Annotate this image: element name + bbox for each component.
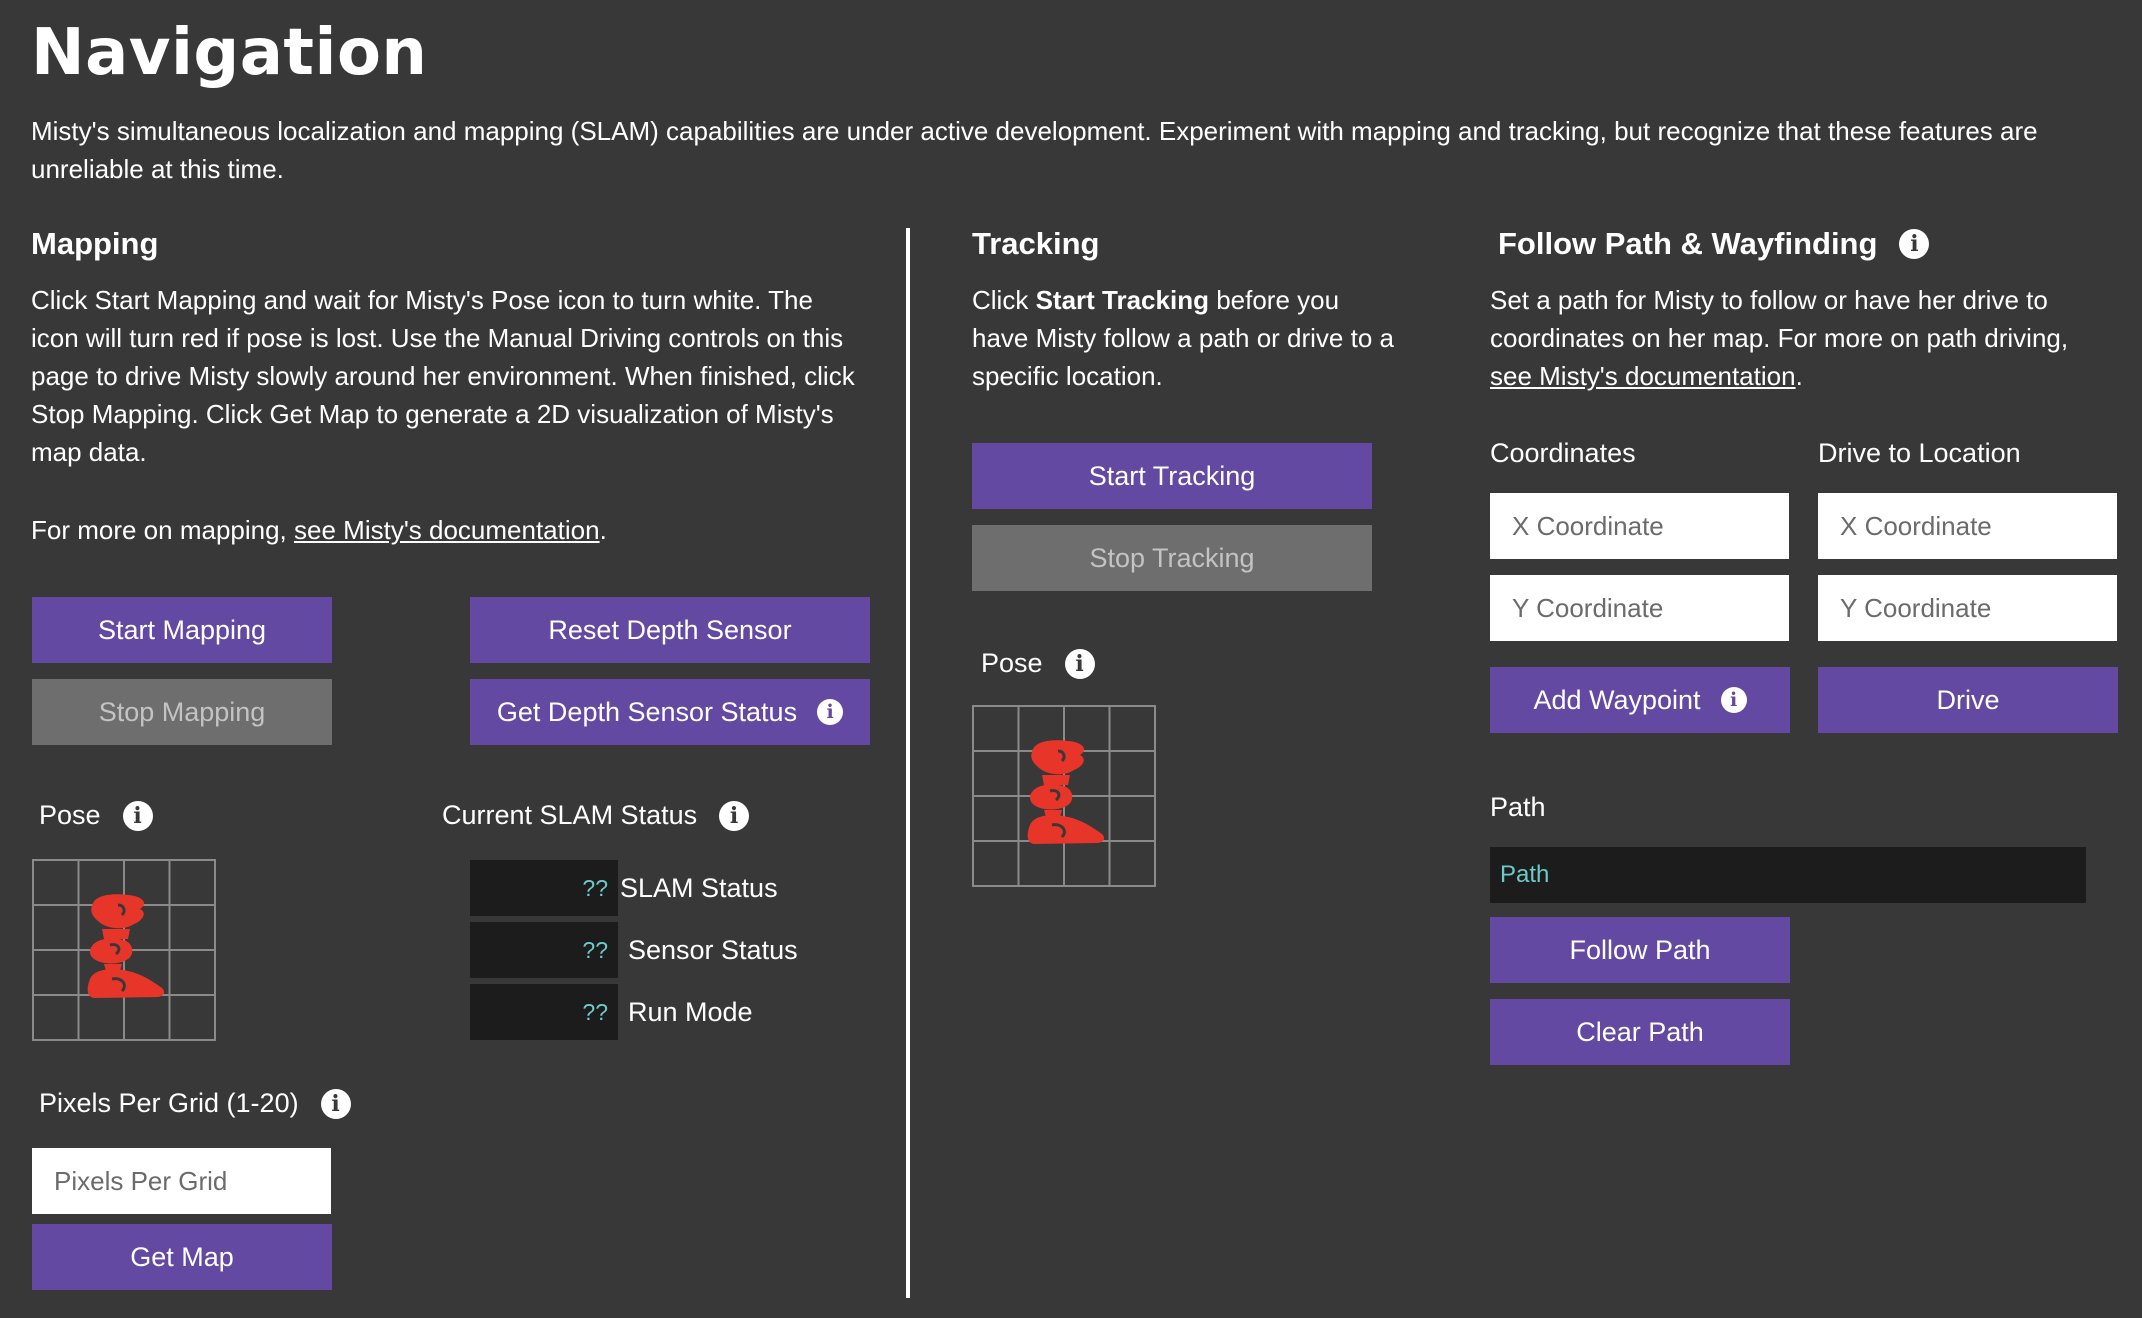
tracking-desc-bold: Start Tracking xyxy=(1035,285,1209,315)
drive-button[interactable]: Drive xyxy=(1818,667,2118,733)
get-map-button[interactable]: Get Map xyxy=(32,1224,332,1290)
add-waypoint-label: Add Waypoint xyxy=(1533,684,1701,715)
run-mode-value: ?? xyxy=(470,984,618,1040)
column-divider xyxy=(906,228,910,1298)
mapping-more-prefix: For more on mapping, xyxy=(31,515,295,545)
drive-x-input[interactable] xyxy=(1818,493,2117,559)
tracking-pose-label-row: Pose i xyxy=(981,648,1095,679)
mapping-heading: Mapping xyxy=(31,226,159,261)
intro-text: Misty's simultaneous localization and ma… xyxy=(31,116,2038,184)
info-icon[interactable]: i xyxy=(320,1088,351,1119)
clear-path-label: Clear Path xyxy=(1576,1016,1704,1047)
follow-path-label: Follow Path xyxy=(1569,934,1711,965)
follow-path-button[interactable]: Follow Path xyxy=(1490,917,1790,983)
mapping-more-text: For more on mapping, see Misty's documen… xyxy=(31,511,861,549)
stop-tracking-button[interactable]: Stop Tracking xyxy=(972,525,1372,591)
stop-mapping-label: Stop Mapping xyxy=(98,696,266,727)
slam-status-label: SLAM Status xyxy=(620,872,778,903)
slam-status-heading: Current SLAM Status xyxy=(442,800,698,830)
drive-to-location-label: Drive to Location xyxy=(1818,438,2021,468)
coordinates-label: Coordinates xyxy=(1490,438,1636,468)
path-label: Path xyxy=(1490,792,1546,822)
mapping-more-suffix: . xyxy=(599,515,607,545)
stop-tracking-label: Stop Tracking xyxy=(1089,542,1255,573)
slam-status-list: ?? SLAM Status ?? Sensor Status ?? Run M… xyxy=(470,860,798,1040)
mapping-pose-label-row: Pose i xyxy=(39,800,153,831)
tracking-description: Click Start Tracking before you have Mis… xyxy=(972,281,1402,395)
follow-path-heading-row: Follow Path & Wayfinding i xyxy=(1498,226,1930,262)
page-title: Navigation xyxy=(31,16,428,90)
reset-depth-sensor-label: Reset Depth Sensor xyxy=(548,614,792,645)
waypoint-x-input[interactable] xyxy=(1490,493,1789,559)
sensor-status-label: Sensor Status xyxy=(628,934,798,965)
stop-mapping-button[interactable]: Stop Mapping xyxy=(32,679,332,745)
clear-path-button[interactable]: Clear Path xyxy=(1490,999,1790,1065)
info-icon[interactable]: i xyxy=(1720,687,1747,713)
run-mode-label: Run Mode xyxy=(628,996,753,1027)
tracking-pose-label: Pose xyxy=(981,648,1043,678)
slam-status-value: ?? xyxy=(470,860,618,916)
tracking-heading: Tracking xyxy=(972,226,1100,261)
info-icon[interactable]: i xyxy=(1064,648,1095,679)
pixels-per-grid-input[interactable] xyxy=(32,1148,331,1214)
sensor-status-row: ?? Sensor Status xyxy=(470,922,798,978)
pixels-per-grid-label: Pixels Per Grid (1-20) xyxy=(39,1088,299,1118)
add-waypoint-button[interactable]: Add Waypoint i xyxy=(1490,667,1790,733)
follow-desc-suffix: . xyxy=(1795,361,1803,391)
start-mapping-label: Start Mapping xyxy=(97,614,267,645)
info-icon[interactable]: i xyxy=(817,699,844,725)
start-tracking-button[interactable]: Start Tracking xyxy=(972,443,1372,509)
misty-robot-pose-icon xyxy=(87,894,165,998)
get-map-label: Get Map xyxy=(130,1241,234,1272)
info-icon[interactable]: i xyxy=(719,800,750,831)
run-mode-row: ?? Run Mode xyxy=(470,984,798,1040)
sensor-status-value: ?? xyxy=(470,922,618,978)
follow-desc-text: Set a path for Misty to follow or have h… xyxy=(1490,285,2069,353)
info-icon[interactable]: i xyxy=(1899,229,1930,259)
slam-status-heading-row: Current SLAM Status i xyxy=(442,800,750,831)
mapping-pose-label: Pose xyxy=(39,800,101,830)
drive-y-input[interactable] xyxy=(1818,575,2117,641)
path-input[interactable] xyxy=(1490,847,2086,903)
reset-depth-sensor-button[interactable]: Reset Depth Sensor xyxy=(470,597,870,663)
mapping-doc-link[interactable]: see Misty's documentation xyxy=(294,515,600,545)
follow-path-heading: Follow Path & Wayfinding xyxy=(1498,226,1878,261)
mapping-pose-grid xyxy=(32,859,216,1041)
waypoint-y-input[interactable] xyxy=(1490,575,1789,641)
tracking-desc-prefix: Click xyxy=(972,285,1036,315)
start-mapping-button[interactable]: Start Mapping xyxy=(32,597,332,663)
start-tracking-label: Start Tracking xyxy=(1088,460,1256,491)
info-icon[interactable]: i xyxy=(122,800,153,831)
drive-button-label: Drive xyxy=(1936,684,2000,715)
mapping-description: Click Start Mapping and wait for Misty's… xyxy=(31,285,855,467)
misty-robot-pose-icon xyxy=(1027,740,1105,844)
follow-doc-link[interactable]: see Misty's documentation xyxy=(1490,361,1796,391)
slam-status-row: ?? SLAM Status xyxy=(470,860,798,916)
follow-path-description: Set a path for Misty to follow or have h… xyxy=(1490,281,2110,395)
depth-status-label: Get Depth Sensor Status xyxy=(496,696,798,727)
get-depth-sensor-status-button[interactable]: Get Depth Sensor Status i xyxy=(470,679,870,745)
pixels-per-grid-label-row: Pixels Per Grid (1-20) i xyxy=(39,1088,351,1119)
tracking-pose-grid xyxy=(972,705,1156,887)
